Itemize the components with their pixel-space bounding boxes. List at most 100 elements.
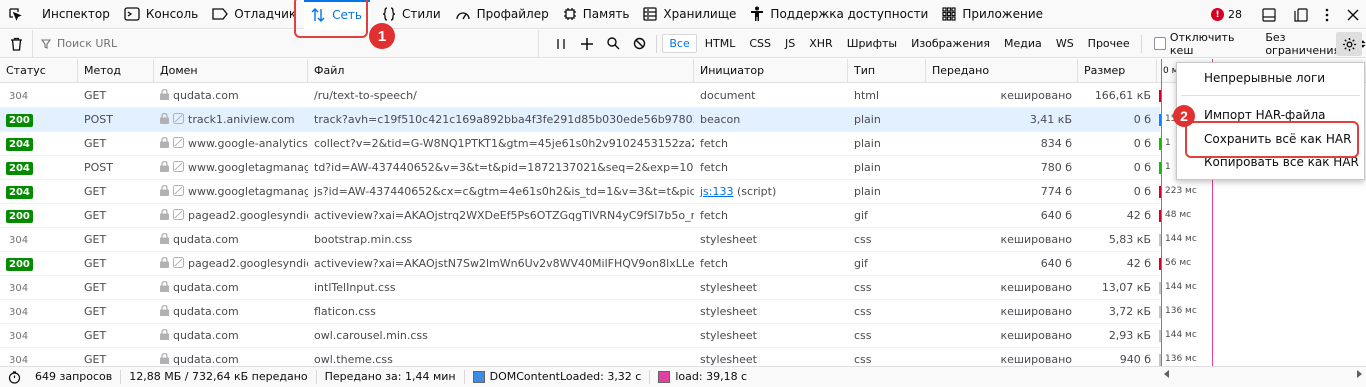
dock-options-icon[interactable] <box>1288 0 1314 29</box>
filter-type-images[interactable]: Изображения <box>905 35 996 52</box>
pick-element-icon[interactable] <box>0 0 30 29</box>
cell-type: css <box>854 353 872 366</box>
tracker-icon <box>173 109 184 132</box>
filter-type-js[interactable]: JS <box>779 35 801 52</box>
request-row[interactable]: 304 GET qudata.com intlTelInput.css styleshe… <box>0 276 1160 300</box>
search-icon[interactable] <box>600 29 626 58</box>
cell-transferred: 780 б <box>1040 161 1072 174</box>
step-badge-2: 2 <box>1173 105 1195 127</box>
cell-status: 304 <box>0 228 78 251</box>
cell-transferred: 774 б <box>1040 185 1072 198</box>
menu-item-persist-logs[interactable]: Непрерывные логи <box>1177 66 1364 90</box>
url-filter[interactable]: Поиск URL <box>32 29 540 58</box>
more-options-icon[interactable] <box>1314 0 1340 29</box>
column-initiator[interactable]: Инициатор <box>694 59 848 83</box>
cell-transferred: 640 б <box>1040 257 1072 270</box>
tab-label: Приложение <box>962 7 1044 21</box>
request-row[interactable]: 304 GET qudata.com owl.carousel.min.css styl… <box>0 324 1160 348</box>
error-count: 28 <box>1228 8 1242 21</box>
request-row[interactable]: 200 GET pagead2.googlesyndication.com activ… <box>0 252 1160 276</box>
tracker-icon <box>173 181 184 204</box>
cell-transferred: 3,41 кБ <box>1029 113 1072 126</box>
tab-label: Инспектор <box>42 7 110 21</box>
tab-memory[interactable]: Память <box>557 0 638 29</box>
filter-type-css[interactable]: CSS <box>743 35 777 52</box>
cell-method: POST <box>84 161 113 174</box>
error-count-badge[interactable]: ! 28 <box>1211 8 1242 21</box>
cell-initiator: stylesheet <box>700 281 757 294</box>
disable-cache-label: Отключить кеш <box>1169 30 1235 57</box>
add-icon[interactable] <box>574 29 600 58</box>
tab-storage[interactable]: Хранилище <box>637 0 744 29</box>
tab-console[interactable]: Консоль <box>118 0 206 29</box>
tab-application[interactable]: Приложение <box>936 0 1051 29</box>
filter-type-all[interactable]: Все <box>662 34 697 53</box>
request-row[interactable]: 304 GET qudata.com bootstrap.min.css stylesh… <box>0 228 1160 252</box>
filter-type-html[interactable]: HTML <box>699 35 742 52</box>
request-row[interactable]: 304 GET qudata.com flaticon.css stylesheet cs… <box>0 300 1160 324</box>
close-icon[interactable] <box>1340 0 1366 29</box>
cell-method: GET <box>84 329 107 342</box>
cell-domain: www.google-analytics.com <box>154 132 308 155</box>
waterfall-row: 223 мс <box>1157 180 1366 204</box>
tab-profiler[interactable]: Профайлер <box>449 0 557 29</box>
cell-transferred: кешировано <box>1000 281 1072 294</box>
debugger-icon <box>212 8 229 20</box>
request-row[interactable]: 304 GET qudata.com/ru/text-to-speech/docum… <box>0 84 1160 108</box>
column-method[interactable]: Метод <box>78 59 154 83</box>
column-type[interactable]: Тип <box>848 59 926 83</box>
cell-initiator: fetch <box>700 161 728 174</box>
status-badge: 304 <box>9 331 29 342</box>
stopwatch-icon[interactable] <box>8 370 21 384</box>
lock-icon <box>160 205 169 228</box>
console-icon <box>124 7 140 21</box>
tab-debugger[interactable]: Отладчик <box>206 0 304 29</box>
filter-controls: Все HTML CSS JS XHR Шрифты Изображения М… <box>539 30 1366 58</box>
request-row[interactable]: 304 GET qudata.com owl.theme.css stylesheet c… <box>0 348 1160 367</box>
request-row[interactable]: 204 POST www.googletagmanager.com td?id=AW-… <box>0 156 1160 180</box>
tab-accessibility[interactable]: Поддержка доступности <box>744 0 936 29</box>
filter-type-xhr[interactable]: XHR <box>803 35 838 52</box>
column-transferred[interactable]: Передано <box>926 59 1078 83</box>
scroll-left-icon[interactable] <box>1163 370 1171 378</box>
cell-method: GET <box>84 233 107 246</box>
style-editor-icon <box>382 7 396 21</box>
cell-initiator: beacon <box>700 113 741 126</box>
lock-icon <box>160 301 169 324</box>
column-domain[interactable]: Домен <box>154 59 308 83</box>
filter-type-media[interactable]: Медиа <box>998 35 1048 52</box>
request-row[interactable]: 204 GET www.google-analytics.com collect?v=… <box>0 132 1160 156</box>
scroll-right-icon[interactable] <box>1355 370 1363 378</box>
pause-icon[interactable] <box>547 29 573 58</box>
filter-type-ws[interactable]: WS <box>1050 35 1080 52</box>
cell-file: flaticon.css <box>314 305 376 318</box>
settings-gear-icon[interactable] <box>1336 32 1362 56</box>
request-row[interactable]: 204 GET www.googletagmanager.com js?id=AW-4… <box>0 180 1160 204</box>
filter-type-other[interactable]: Прочее <box>1082 35 1136 52</box>
status-badge: 304 <box>9 91 29 102</box>
column-size[interactable]: Размер <box>1078 59 1157 83</box>
filter-type-fonts[interactable]: Шрифты <box>841 35 903 52</box>
disable-cache-checkbox[interactable]: Отключить кеш <box>1153 30 1256 57</box>
cell-domain: qudata.com <box>154 324 308 347</box>
split-console-icon[interactable] <box>1256 0 1282 29</box>
requests-segment: 649 запросов <box>0 370 122 384</box>
cell-domain: track1.aniview.com <box>154 108 308 131</box>
cell-method: GET <box>84 305 107 318</box>
trash-icon[interactable] <box>3 30 29 58</box>
initiator-link[interactable]: js:133 <box>700 185 734 198</box>
waterfall-row: 144 мс <box>1157 228 1366 252</box>
storage-icon <box>643 7 658 21</box>
cell-initiator: stylesheet <box>700 329 757 342</box>
tab-inspector[interactable]: Инспектор <box>30 0 118 29</box>
block-icon[interactable] <box>626 29 652 58</box>
column-file[interactable]: Файл <box>308 59 694 83</box>
tracker-icon <box>173 205 184 228</box>
request-row[interactable]: 200 POST track1.aniview.com track?avh=c19f5… <box>0 108 1160 132</box>
lock-icon <box>160 85 169 108</box>
separator <box>1140 34 1142 53</box>
request-row[interactable]: 200 GET pagead2.googlesyndication.com activ… <box>0 204 1160 228</box>
status-badge: 304 <box>9 307 29 318</box>
status-badge: 204 <box>6 162 33 175</box>
column-status[interactable]: Статус <box>0 59 78 83</box>
